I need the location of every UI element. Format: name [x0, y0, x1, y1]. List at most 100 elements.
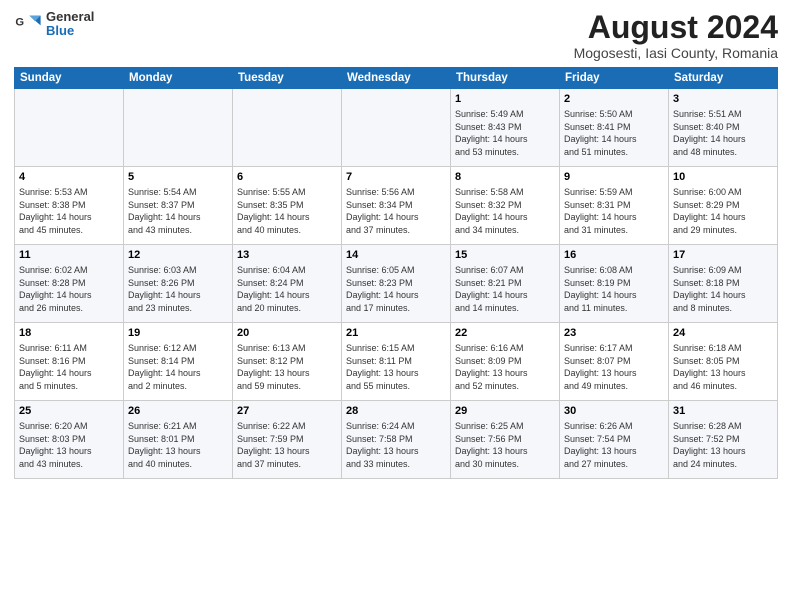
- day-number: 2: [564, 92, 664, 107]
- day-number: 19: [128, 326, 228, 341]
- day-number: 12: [128, 248, 228, 263]
- calendar-cell: 6Sunrise: 5:55 AM Sunset: 8:35 PM Daylig…: [233, 167, 342, 245]
- calendar-cell: 9Sunrise: 5:59 AM Sunset: 8:31 PM Daylig…: [560, 167, 669, 245]
- calendar-cell: 14Sunrise: 6:05 AM Sunset: 8:23 PM Dayli…: [342, 245, 451, 323]
- calendar-cell: 8Sunrise: 5:58 AM Sunset: 8:32 PM Daylig…: [451, 167, 560, 245]
- calendar-cell: 1Sunrise: 5:49 AM Sunset: 8:43 PM Daylig…: [451, 89, 560, 167]
- svg-text:G: G: [15, 17, 24, 29]
- weekday-header-thursday: Thursday: [451, 68, 560, 89]
- day-info: Sunrise: 6:05 AM Sunset: 8:23 PM Dayligh…: [346, 264, 446, 314]
- day-info: Sunrise: 6:00 AM Sunset: 8:29 PM Dayligh…: [673, 186, 773, 236]
- day-info: Sunrise: 6:11 AM Sunset: 8:16 PM Dayligh…: [19, 342, 119, 392]
- calendar-cell: 30Sunrise: 6:26 AM Sunset: 7:54 PM Dayli…: [560, 401, 669, 479]
- day-info: Sunrise: 6:15 AM Sunset: 8:11 PM Dayligh…: [346, 342, 446, 392]
- logo-general-label: General: [46, 10, 94, 24]
- weekday-header-tuesday: Tuesday: [233, 68, 342, 89]
- day-number: 14: [346, 248, 446, 263]
- calendar-cell: 5Sunrise: 5:54 AM Sunset: 8:37 PM Daylig…: [124, 167, 233, 245]
- calendar-cell: 24Sunrise: 6:18 AM Sunset: 8:05 PM Dayli…: [669, 323, 778, 401]
- day-info: Sunrise: 5:54 AM Sunset: 8:37 PM Dayligh…: [128, 186, 228, 236]
- calendar-cell: [124, 89, 233, 167]
- day-info: Sunrise: 6:28 AM Sunset: 7:52 PM Dayligh…: [673, 420, 773, 470]
- day-info: Sunrise: 5:51 AM Sunset: 8:40 PM Dayligh…: [673, 108, 773, 158]
- calendar-cell: 21Sunrise: 6:15 AM Sunset: 8:11 PM Dayli…: [342, 323, 451, 401]
- day-number: 15: [455, 248, 555, 263]
- day-info: Sunrise: 6:22 AM Sunset: 7:59 PM Dayligh…: [237, 420, 337, 470]
- weekday-header-wednesday: Wednesday: [342, 68, 451, 89]
- calendar-cell: 4Sunrise: 5:53 AM Sunset: 8:38 PM Daylig…: [15, 167, 124, 245]
- day-info: Sunrise: 6:24 AM Sunset: 7:58 PM Dayligh…: [346, 420, 446, 470]
- day-info: Sunrise: 5:55 AM Sunset: 8:35 PM Dayligh…: [237, 186, 337, 236]
- weekday-header-sunday: Sunday: [15, 68, 124, 89]
- calendar-week-0: 1Sunrise: 5:49 AM Sunset: 8:43 PM Daylig…: [15, 89, 778, 167]
- calendar-week-4: 25Sunrise: 6:20 AM Sunset: 8:03 PM Dayli…: [15, 401, 778, 479]
- calendar-cell: 23Sunrise: 6:17 AM Sunset: 8:07 PM Dayli…: [560, 323, 669, 401]
- day-number: 3: [673, 92, 773, 107]
- day-number: 20: [237, 326, 337, 341]
- day-number: 18: [19, 326, 119, 341]
- day-number: 25: [19, 404, 119, 419]
- calendar-cell: 27Sunrise: 6:22 AM Sunset: 7:59 PM Dayli…: [233, 401, 342, 479]
- calendar-cell: [342, 89, 451, 167]
- day-info: Sunrise: 5:56 AM Sunset: 8:34 PM Dayligh…: [346, 186, 446, 236]
- calendar-cell: [233, 89, 342, 167]
- day-info: Sunrise: 5:49 AM Sunset: 8:43 PM Dayligh…: [455, 108, 555, 158]
- day-info: Sunrise: 6:25 AM Sunset: 7:56 PM Dayligh…: [455, 420, 555, 470]
- calendar-cell: 3Sunrise: 5:51 AM Sunset: 8:40 PM Daylig…: [669, 89, 778, 167]
- day-number: 7: [346, 170, 446, 185]
- day-info: Sunrise: 6:09 AM Sunset: 8:18 PM Dayligh…: [673, 264, 773, 314]
- title-block: August 2024 Mogosesti, Iasi County, Roma…: [574, 10, 778, 61]
- day-number: 26: [128, 404, 228, 419]
- calendar-cell: [15, 89, 124, 167]
- calendar-cell: 11Sunrise: 6:02 AM Sunset: 8:28 PM Dayli…: [15, 245, 124, 323]
- day-number: 23: [564, 326, 664, 341]
- day-number: 27: [237, 404, 337, 419]
- day-info: Sunrise: 6:04 AM Sunset: 8:24 PM Dayligh…: [237, 264, 337, 314]
- day-number: 29: [455, 404, 555, 419]
- weekday-header-saturday: Saturday: [669, 68, 778, 89]
- calendar-cell: 31Sunrise: 6:28 AM Sunset: 7:52 PM Dayli…: [669, 401, 778, 479]
- calendar-cell: 2Sunrise: 5:50 AM Sunset: 8:41 PM Daylig…: [560, 89, 669, 167]
- day-number: 16: [564, 248, 664, 263]
- day-info: Sunrise: 5:50 AM Sunset: 8:41 PM Dayligh…: [564, 108, 664, 158]
- day-info: Sunrise: 5:59 AM Sunset: 8:31 PM Dayligh…: [564, 186, 664, 236]
- day-info: Sunrise: 6:03 AM Sunset: 8:26 PM Dayligh…: [128, 264, 228, 314]
- calendar-cell: 28Sunrise: 6:24 AM Sunset: 7:58 PM Dayli…: [342, 401, 451, 479]
- day-number: 13: [237, 248, 337, 263]
- calendar-cell: 15Sunrise: 6:07 AM Sunset: 8:21 PM Dayli…: [451, 245, 560, 323]
- logo: G General Blue: [14, 10, 94, 39]
- day-number: 4: [19, 170, 119, 185]
- calendar-cell: 20Sunrise: 6:13 AM Sunset: 8:12 PM Dayli…: [233, 323, 342, 401]
- day-number: 24: [673, 326, 773, 341]
- day-info: Sunrise: 6:26 AM Sunset: 7:54 PM Dayligh…: [564, 420, 664, 470]
- calendar-cell: 19Sunrise: 6:12 AM Sunset: 8:14 PM Dayli…: [124, 323, 233, 401]
- day-number: 21: [346, 326, 446, 341]
- day-number: 31: [673, 404, 773, 419]
- day-number: 6: [237, 170, 337, 185]
- calendar-cell: 13Sunrise: 6:04 AM Sunset: 8:24 PM Dayli…: [233, 245, 342, 323]
- weekday-header-row: SundayMondayTuesdayWednesdayThursdayFrid…: [15, 68, 778, 89]
- day-info: Sunrise: 5:53 AM Sunset: 8:38 PM Dayligh…: [19, 186, 119, 236]
- subtitle: Mogosesti, Iasi County, Romania: [574, 45, 778, 61]
- day-number: 11: [19, 248, 119, 263]
- day-number: 28: [346, 404, 446, 419]
- day-info: Sunrise: 6:08 AM Sunset: 8:19 PM Dayligh…: [564, 264, 664, 314]
- calendar-cell: 26Sunrise: 6:21 AM Sunset: 8:01 PM Dayli…: [124, 401, 233, 479]
- calendar-cell: 12Sunrise: 6:03 AM Sunset: 8:26 PM Dayli…: [124, 245, 233, 323]
- day-info: Sunrise: 6:18 AM Sunset: 8:05 PM Dayligh…: [673, 342, 773, 392]
- calendar-cell: 16Sunrise: 6:08 AM Sunset: 8:19 PM Dayli…: [560, 245, 669, 323]
- day-info: Sunrise: 6:07 AM Sunset: 8:21 PM Dayligh…: [455, 264, 555, 314]
- day-info: Sunrise: 6:17 AM Sunset: 8:07 PM Dayligh…: [564, 342, 664, 392]
- day-number: 9: [564, 170, 664, 185]
- calendar-cell: 18Sunrise: 6:11 AM Sunset: 8:16 PM Dayli…: [15, 323, 124, 401]
- day-info: Sunrise: 6:13 AM Sunset: 8:12 PM Dayligh…: [237, 342, 337, 392]
- day-info: Sunrise: 5:58 AM Sunset: 8:32 PM Dayligh…: [455, 186, 555, 236]
- header: G General Blue August 2024 Mogosesti, Ia…: [14, 10, 778, 61]
- logo-blue-label: Blue: [46, 24, 94, 38]
- calendar-week-1: 4Sunrise: 5:53 AM Sunset: 8:38 PM Daylig…: [15, 167, 778, 245]
- day-info: Sunrise: 6:02 AM Sunset: 8:28 PM Dayligh…: [19, 264, 119, 314]
- day-info: Sunrise: 6:12 AM Sunset: 8:14 PM Dayligh…: [128, 342, 228, 392]
- day-number: 30: [564, 404, 664, 419]
- logo-text: General Blue: [46, 10, 94, 39]
- weekday-header-monday: Monday: [124, 68, 233, 89]
